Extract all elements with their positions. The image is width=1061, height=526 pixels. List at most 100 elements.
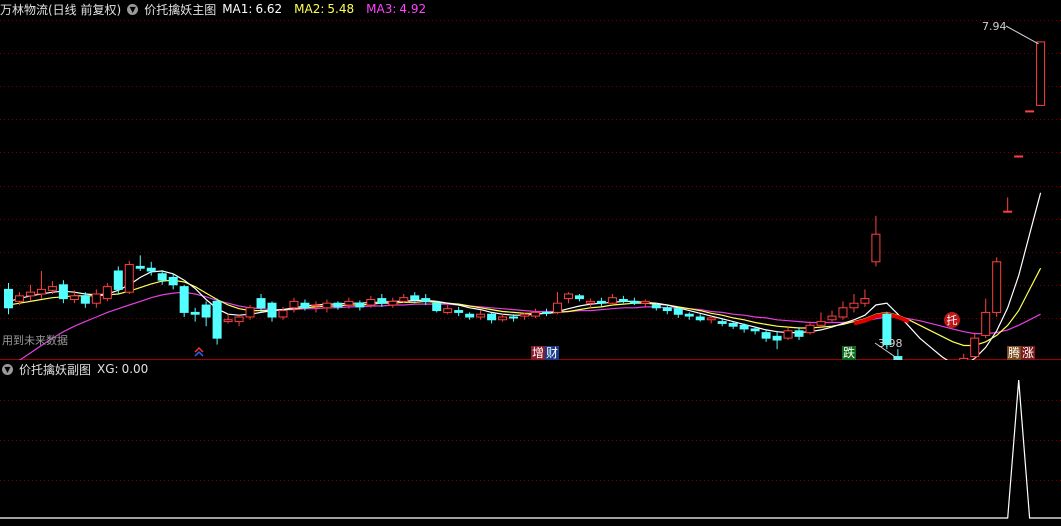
candle bbox=[1003, 197, 1013, 213]
candle-up bbox=[278, 310, 288, 318]
candle-up bbox=[838, 307, 848, 318]
grid-lines bbox=[0, 20, 1061, 360]
candle-down bbox=[574, 295, 584, 300]
candle-down bbox=[168, 276, 178, 286]
price-support-band bbox=[853, 312, 910, 326]
candle bbox=[596, 297, 606, 307]
candle-up bbox=[992, 261, 1002, 313]
candle bbox=[25, 284, 35, 302]
candle-up bbox=[234, 316, 244, 323]
candle bbox=[377, 294, 387, 307]
candle-down bbox=[596, 300, 606, 304]
candle-up bbox=[14, 295, 24, 302]
candle bbox=[443, 305, 453, 315]
candle bbox=[113, 266, 123, 294]
xg-signal-chart[interactable] bbox=[0, 360, 1061, 526]
candle bbox=[58, 280, 68, 304]
candle-up bbox=[366, 299, 376, 306]
candle-up bbox=[1014, 155, 1024, 158]
candle bbox=[860, 289, 870, 307]
candle bbox=[1025, 110, 1035, 113]
tag-die-text: 跌 bbox=[843, 345, 855, 360]
candlestick-chart[interactable]: 增财 跌 腾涨 托 用到未来数据 7.94 3.98 bbox=[0, 0, 1061, 360]
candle bbox=[695, 314, 705, 322]
candle-up bbox=[827, 315, 837, 321]
candle-down bbox=[80, 295, 90, 304]
candle bbox=[552, 292, 562, 315]
candle-up bbox=[388, 300, 398, 306]
candle bbox=[563, 292, 573, 304]
candle-down bbox=[58, 284, 68, 300]
candle-up bbox=[36, 288, 46, 295]
candle-up bbox=[552, 302, 562, 313]
candle bbox=[256, 294, 266, 313]
candle-up bbox=[223, 319, 233, 323]
candle bbox=[772, 330, 782, 350]
candle bbox=[838, 301, 848, 320]
candle bbox=[487, 312, 497, 324]
tag-cai-text: 财 bbox=[546, 346, 558, 360]
candle bbox=[981, 298, 991, 339]
candle-down bbox=[651, 304, 661, 309]
candle-up bbox=[783, 330, 793, 339]
candle bbox=[827, 310, 837, 322]
candle-up bbox=[91, 293, 101, 304]
tag-teng: 腾 bbox=[1007, 345, 1021, 360]
candle bbox=[36, 271, 46, 299]
tag-cai: 财 bbox=[545, 346, 559, 360]
candle-down bbox=[728, 322, 738, 327]
candle bbox=[531, 308, 541, 318]
candle bbox=[662, 305, 672, 315]
candle bbox=[135, 255, 145, 271]
candle bbox=[476, 310, 486, 320]
candle-down bbox=[618, 299, 628, 302]
candle-down bbox=[135, 265, 145, 269]
candle-down bbox=[3, 288, 13, 309]
candle-up bbox=[399, 297, 409, 302]
candle-down bbox=[717, 321, 727, 324]
candle bbox=[267, 301, 277, 322]
candle bbox=[992, 257, 1002, 317]
candle bbox=[3, 282, 13, 315]
candle-up bbox=[289, 300, 299, 309]
candle-down bbox=[794, 330, 804, 337]
candle bbox=[673, 306, 683, 318]
candle-down bbox=[421, 298, 431, 302]
candle bbox=[212, 298, 222, 345]
candle-down bbox=[750, 328, 760, 332]
tag-tuo-text: 托 bbox=[947, 313, 958, 327]
candle bbox=[454, 306, 464, 317]
candle-down bbox=[146, 267, 156, 272]
candle bbox=[640, 299, 650, 307]
candle-up bbox=[563, 293, 573, 300]
chevron-up-2 bbox=[194, 350, 204, 357]
candle bbox=[124, 260, 134, 294]
candle bbox=[355, 300, 365, 311]
candle-up bbox=[124, 264, 134, 293]
candle-up bbox=[1036, 41, 1046, 106]
candle bbox=[783, 327, 793, 340]
candle-down bbox=[377, 298, 387, 304]
tag-zhang: 涨 bbox=[1021, 345, 1035, 360]
candle-down bbox=[454, 310, 464, 313]
candle bbox=[432, 301, 442, 313]
candle bbox=[739, 323, 749, 333]
tag-zhang-text: 涨 bbox=[1022, 345, 1034, 360]
candle-up bbox=[25, 291, 35, 297]
candle bbox=[234, 314, 244, 327]
candle bbox=[91, 289, 101, 308]
candle bbox=[223, 314, 233, 324]
candle-up bbox=[311, 304, 321, 307]
candle-down bbox=[695, 316, 705, 321]
candle-down bbox=[333, 302, 343, 308]
candle bbox=[794, 327, 804, 340]
candle-up bbox=[640, 300, 650, 304]
candle-up bbox=[970, 337, 980, 358]
tag-die: 跌 bbox=[842, 345, 856, 360]
candle bbox=[542, 308, 552, 317]
candle bbox=[574, 294, 584, 302]
candle-down bbox=[673, 308, 683, 315]
candle-up bbox=[476, 313, 486, 318]
candle bbox=[585, 298, 595, 308]
candle-down bbox=[465, 313, 475, 318]
